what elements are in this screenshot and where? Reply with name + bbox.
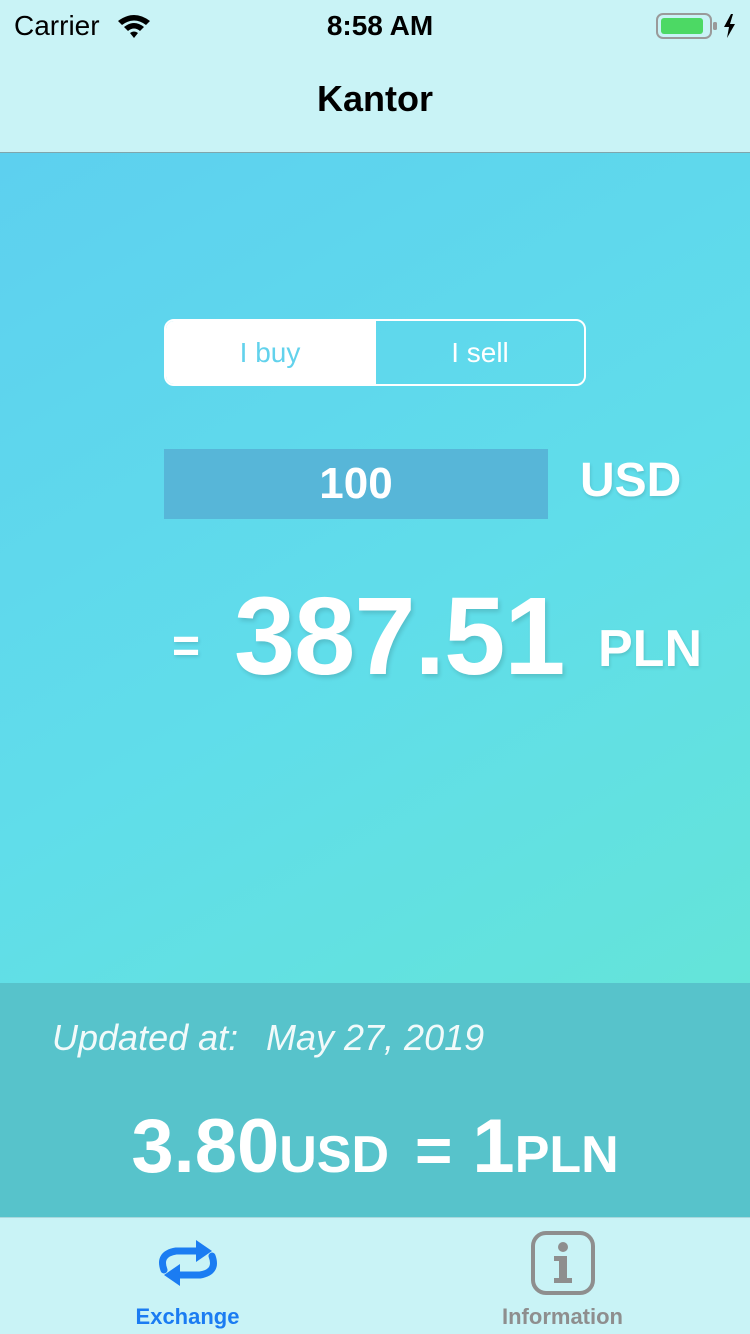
battery-charging-icon [656,13,735,39]
segment-sell[interactable]: I sell [374,321,584,384]
rate-equals: = [415,1114,453,1186]
rate-panel: Updated at: May 27, 2019 3.80USD = 1PLN [0,983,750,1217]
tab-information-label: Information [502,1304,623,1329]
screen: Carrier 8:58 AM Kantor I buy I sell USD … [0,0,750,1334]
amount-input[interactable] [164,449,548,519]
updated-at-date: May 27, 2019 [266,1017,485,1058]
clock: 8:58 AM [326,10,434,41]
tab-information[interactable]: Information [375,1218,750,1334]
info-icon [530,1231,595,1295]
result-value: 387.51 [234,575,565,698]
tab-exchange[interactable]: Exchange [0,1218,375,1334]
navigation-bar: Kantor [0,52,750,153]
tab-exchange-label: Exchange [135,1304,240,1329]
buy-sell-segmented-control: I buy I sell [164,319,586,386]
rate-left-currency: USD [279,1126,390,1184]
tab-bar: Exchange Information [0,1217,750,1334]
status-bar: Carrier 8:58 AM [0,0,750,52]
rate-left-value: 3.80 [131,1104,280,1189]
page-title: Kantor [317,78,433,119]
exchange-panel: I buy I sell USD = 387.51 PLN [0,153,750,983]
updated-at-label: Updated at: [52,1017,239,1058]
segment-buy[interactable]: I buy [166,321,374,384]
rate-right-currency: PLN [514,1126,619,1184]
from-currency-label: USD [580,454,682,507]
rate-right-value: 1 [472,1104,515,1189]
exchange-rate-line: 3.80USD = 1PLN [0,1103,750,1190]
exchange-icon [158,1240,217,1286]
to-currency-label: PLN [598,620,702,678]
equals-sign: = [172,620,201,673]
